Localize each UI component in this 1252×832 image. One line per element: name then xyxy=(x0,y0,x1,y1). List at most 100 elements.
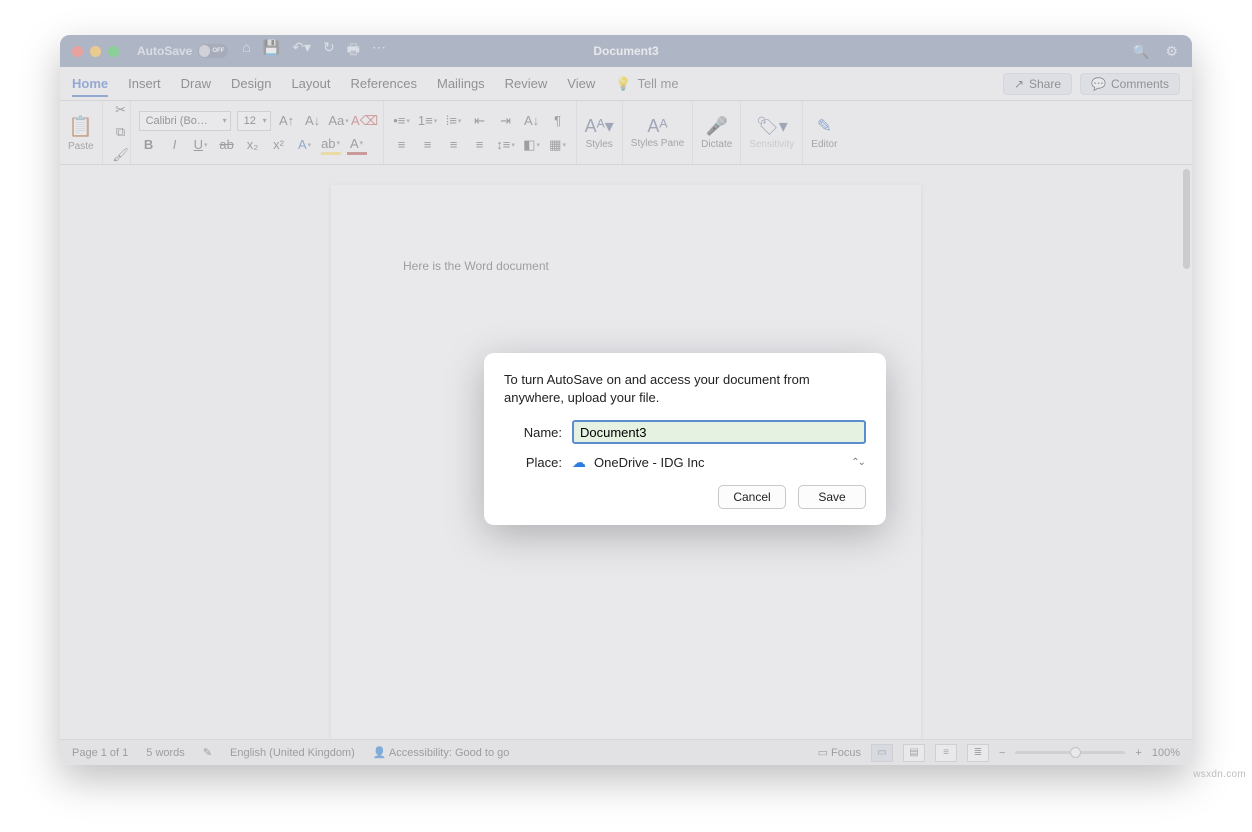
font-group: Calibri (Bo… 12 A↑ A↓ Aa A⌫ B I U ab x₂ … xyxy=(131,101,384,164)
zoom-in-icon[interactable]: + xyxy=(1135,747,1141,759)
tab-draw[interactable]: Draw xyxy=(181,76,211,91)
settings-icon[interactable]: ⚙ xyxy=(1165,43,1178,60)
minimize-window-button[interactable] xyxy=(90,46,101,57)
text-effects-icon[interactable]: A xyxy=(295,135,315,155)
bold-icon[interactable]: B xyxy=(139,135,159,155)
align-right-icon[interactable]: ≡ xyxy=(444,135,464,155)
status-accessibility[interactable]: 👤 Accessibility: Good to go xyxy=(373,746,510,759)
sensitivity-button[interactable]: 🏷▾ Sensitivity xyxy=(741,101,803,164)
autosave-label: AutoSave xyxy=(137,44,192,58)
multilevel-icon[interactable]: ⁞≡ xyxy=(444,111,464,131)
clear-format-icon[interactable]: A⌫ xyxy=(355,111,375,131)
borders-icon[interactable]: ▦ xyxy=(548,135,568,155)
save-icon[interactable]: 💾 xyxy=(263,39,280,63)
cancel-button[interactable]: Cancel xyxy=(718,485,786,509)
autosave-toggle[interactable]: AutoSave OFF xyxy=(137,44,228,58)
numbering-icon[interactable]: 1≡ xyxy=(418,111,438,131)
shading-icon[interactable]: ◧ xyxy=(522,135,542,155)
bullets-icon[interactable]: •≡ xyxy=(392,111,412,131)
status-bar: Page 1 of 1 5 words ✎ English (United Ki… xyxy=(60,739,1192,765)
status-words[interactable]: 5 words xyxy=(146,747,185,759)
tab-design[interactable]: Design xyxy=(231,76,271,91)
cut-icon[interactable]: ✂ xyxy=(111,101,131,119)
close-window-button[interactable] xyxy=(72,46,83,57)
grow-font-icon[interactable]: A↑ xyxy=(277,111,297,131)
zoom-level[interactable]: 100% xyxy=(1152,747,1180,759)
place-select[interactable]: ☁ OneDrive - IDG Inc ⌃⌄ xyxy=(572,454,866,471)
styles-pane-label: Styles Pane xyxy=(631,139,684,149)
styles-pane-button[interactable]: Aᴬ Styles Pane xyxy=(623,101,693,164)
justify-icon[interactable]: ≡ xyxy=(470,135,490,155)
underline-icon[interactable]: U xyxy=(191,135,211,155)
editor-icon: ✎ xyxy=(817,116,832,137)
font-name-select[interactable]: Calibri (Bo… xyxy=(139,111,231,131)
view-draft[interactable]: ≣ xyxy=(967,744,989,762)
strike-icon[interactable]: ab xyxy=(217,135,237,155)
tab-insert[interactable]: Insert xyxy=(128,76,161,91)
comments-button[interactable]: 💬 Comments xyxy=(1080,73,1180,95)
place-label: Place: xyxy=(504,455,562,470)
view-web-layout[interactable]: ▤ xyxy=(903,744,925,762)
paste-button[interactable]: 📋 Paste xyxy=(60,101,103,164)
autosave-switch[interactable]: OFF xyxy=(198,44,228,58)
align-center-icon[interactable]: ≡ xyxy=(418,135,438,155)
zoom-slider[interactable] xyxy=(1015,751,1125,754)
view-print-layout[interactable]: ▭ xyxy=(871,744,893,762)
superscript-icon[interactable]: x² xyxy=(269,135,289,155)
sort-icon[interactable]: A↓ xyxy=(522,111,542,131)
view-outline[interactable]: ≡ xyxy=(935,744,957,762)
share-button[interactable]: ↗ Share xyxy=(1003,73,1072,95)
document-body-text: Here is the Word document xyxy=(403,259,549,273)
tab-layout[interactable]: Layout xyxy=(291,76,330,91)
dictate-button[interactable]: 🎤 Dictate xyxy=(693,101,741,164)
font-color-icon[interactable]: A xyxy=(347,135,367,155)
zoom-out-icon[interactable]: − xyxy=(999,747,1005,759)
change-case-icon[interactable]: Aa xyxy=(329,111,349,131)
ribbon-tabs: Home Insert Draw Design Layout Reference… xyxy=(60,67,1192,101)
outdent-icon[interactable]: ⇤ xyxy=(470,111,490,131)
undo-icon[interactable]: ↶▾ xyxy=(292,39,311,63)
paragraph-group: •≡ 1≡ ⁞≡ ⇤ ⇥ A↓ ¶ ≡ ≡ ≡ ≡ ↕≡ ◧ ▦ xyxy=(384,101,577,164)
highlight-icon[interactable]: ab xyxy=(321,135,341,155)
tab-view[interactable]: View xyxy=(567,76,595,91)
dictate-label: Dictate xyxy=(701,139,732,150)
subscript-icon[interactable]: x₂ xyxy=(243,135,263,155)
home-icon[interactable]: ⌂ xyxy=(242,39,250,63)
tab-review[interactable]: Review xyxy=(505,76,548,91)
focus-mode[interactable]: ▭ Focus xyxy=(818,746,861,759)
styles-button[interactable]: Aᴬ▾ Styles xyxy=(577,101,623,164)
tell-me[interactable]: 💡 Tell me xyxy=(615,76,678,92)
comments-label: Comments xyxy=(1111,77,1169,91)
font-size-select[interactable]: 12 xyxy=(237,111,271,131)
accessibility-label: Accessibility: Good to go xyxy=(389,747,509,759)
tab-mailings[interactable]: Mailings xyxy=(437,76,485,91)
italic-icon[interactable]: I xyxy=(165,135,185,155)
status-language[interactable]: English (United Kingdom) xyxy=(230,747,355,759)
name-input[interactable] xyxy=(572,420,866,444)
status-page[interactable]: Page 1 of 1 xyxy=(72,747,128,759)
format-painter-icon[interactable]: 🖌 xyxy=(111,146,131,164)
tab-references[interactable]: References xyxy=(351,76,417,91)
tab-home[interactable]: Home xyxy=(72,76,108,97)
styles-icon: Aᴬ▾ xyxy=(585,116,614,137)
zoom-window-button[interactable] xyxy=(108,46,119,57)
styles-pane-icon: Aᴬ xyxy=(647,116,667,137)
pilcrow-icon[interactable]: ¶ xyxy=(548,111,568,131)
shrink-font-icon[interactable]: A↓ xyxy=(303,111,323,131)
vertical-scrollbar[interactable] xyxy=(1183,169,1190,269)
more-icon[interactable]: ⋯ xyxy=(372,39,386,63)
redo-icon[interactable]: ↻ xyxy=(323,39,335,63)
spellcheck-icon[interactable]: ✎ xyxy=(203,746,212,759)
search-icon[interactable]: 🔍 xyxy=(1132,43,1149,60)
indent-icon[interactable]: ⇥ xyxy=(496,111,516,131)
autosave-state: OFF xyxy=(212,48,224,54)
styles-label: Styles xyxy=(586,139,613,150)
align-left-icon[interactable]: ≡ xyxy=(392,135,412,155)
line-spacing-icon[interactable]: ↕≡ xyxy=(496,135,516,155)
editor-label: Editor xyxy=(811,139,837,150)
copy-icon[interactable]: ⧉ xyxy=(111,123,131,141)
share-icon: ↗ xyxy=(1014,77,1024,91)
editor-button[interactable]: ✎ Editor xyxy=(803,101,845,164)
save-button[interactable]: Save xyxy=(798,485,866,509)
print-icon[interactable]: 🖶 xyxy=(347,39,360,63)
